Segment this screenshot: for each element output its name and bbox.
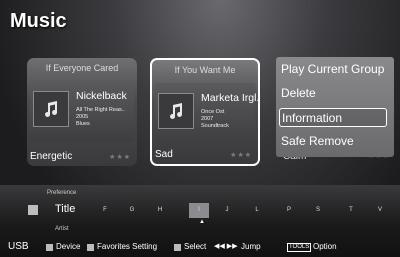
letter-j[interactable]: J [217, 203, 237, 218]
sort-preference-label[interactable]: Preference [47, 190, 76, 196]
letter-g[interactable]: G [122, 203, 142, 218]
menu-item-safe-remove[interactable]: Safe Remove [279, 132, 387, 151]
red-button-icon [46, 244, 53, 251]
card-artist: Marketa Irgl... [201, 92, 259, 104]
option-label[interactable]: Option [313, 242, 337, 251]
jump-arrows-icon: ◀◀ ▶▶ [214, 243, 238, 250]
source-label: USB [8, 241, 29, 252]
card-mood: Energetic [30, 151, 73, 162]
jump-label[interactable]: Jump [241, 242, 261, 251]
context-menu: Play Current Group Delete Information Sa… [276, 57, 394, 157]
card-body: Marketa Irgl... Once Ost 2007 Soundtrack [155, 83, 259, 143]
page-title: Music [10, 10, 67, 32]
music-note-icon [33, 91, 69, 127]
card-title: If Everyone Cared [45, 63, 119, 73]
star-rating: ★★★ [109, 154, 131, 161]
letter-p[interactable]: P [279, 203, 299, 218]
card-body: Nickelback All The Right Reas.. 2005 Blu… [30, 81, 134, 141]
sort-indicator-icon [28, 205, 38, 215]
tools-button-icon: TOOLS [287, 243, 312, 252]
card-genre: Blues [76, 121, 90, 127]
letter-i-active[interactable]: I [189, 203, 209, 218]
sort-artist-label[interactable]: Artist [55, 226, 69, 232]
letter-s[interactable]: S [308, 203, 328, 218]
yellow-button-icon [174, 244, 181, 251]
footer-bar: USB Device Favorites Setting Select ◀◀ ▶… [0, 238, 400, 257]
music-card-1[interactable]: If Everyone Cared Nickelback All The Rig… [27, 58, 137, 166]
card-genre: Soundtrack [201, 123, 229, 129]
sort-current-label[interactable]: Title [55, 203, 75, 215]
letter-v[interactable]: V [370, 203, 390, 218]
menu-item-information[interactable]: Information [279, 108, 387, 127]
select-label[interactable]: Select [184, 242, 206, 251]
green-button-icon [87, 244, 94, 251]
music-card-2[interactable]: If You Want Me Marketa Irgl... Once Ost … [150, 58, 260, 166]
card-year: 2007 [201, 116, 214, 122]
menu-item-play-current-group[interactable]: Play Current Group [279, 60, 387, 79]
favorites-setting-label[interactable]: Favorites Setting [97, 242, 157, 251]
letter-l[interactable]: L [247, 203, 267, 218]
star-rating: ★★★ [230, 152, 252, 159]
menu-item-delete[interactable]: Delete [279, 84, 387, 103]
card-album: All The Right Reas.. [76, 107, 125, 113]
device-label[interactable]: Device [56, 242, 80, 251]
card-mood: Sad [155, 149, 173, 160]
letter-f[interactable]: F [95, 203, 115, 218]
card-title: If You Want Me [174, 65, 236, 75]
music-note-icon [158, 93, 194, 129]
card-album: Once Ost [201, 109, 225, 115]
caret-up-icon: ▲ [199, 219, 205, 225]
letter-h[interactable]: H [150, 203, 170, 218]
jump-letter-bar: F G H I J L P S T V [95, 203, 400, 218]
card-year: 2005 [76, 114, 89, 120]
card-artist: Nickelback [76, 90, 127, 102]
letter-t[interactable]: T [341, 203, 361, 218]
